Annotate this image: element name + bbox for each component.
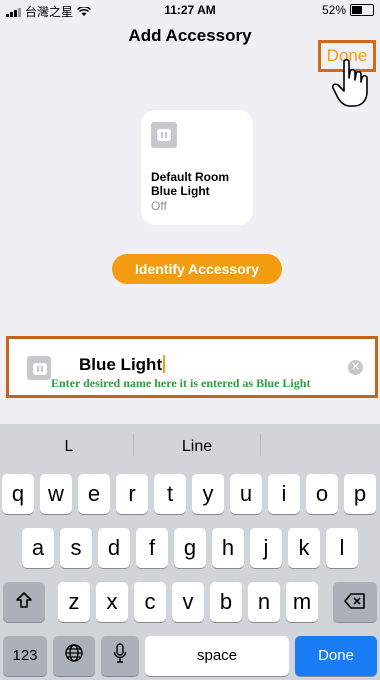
accessory-name-input[interactable]: Blue Light — [79, 355, 166, 375]
key-z[interactable]: z — [58, 582, 90, 622]
pointing-hand-icon — [332, 58, 368, 107]
numbers-key[interactable]: 123 — [3, 636, 47, 676]
key-b[interactable]: b — [210, 582, 242, 622]
key-t[interactable]: t — [154, 474, 186, 514]
key-e[interactable]: e — [78, 474, 110, 514]
key-k[interactable]: k — [288, 528, 320, 568]
key-c[interactable]: c — [134, 582, 166, 622]
key-q[interactable]: q — [2, 474, 34, 514]
clear-text-icon[interactable]: ✕ — [348, 360, 363, 375]
outlet-icon — [151, 122, 177, 148]
instruction-annotation: Enter desired name here it is entered as… — [51, 376, 311, 390]
key-d[interactable]: d — [98, 528, 130, 568]
accessory-tile[interactable]: Default Room Blue Light Off — [141, 110, 253, 225]
key-g[interactable]: g — [174, 528, 206, 568]
key-p[interactable]: p — [344, 474, 376, 514]
key-i[interactable]: i — [268, 474, 300, 514]
suggestion-2[interactable]: Line — [137, 438, 257, 456]
key-n[interactable]: n — [248, 582, 280, 622]
accessory-name-row[interactable]: Blue Light ✕ Enter desired name here it … — [6, 336, 378, 398]
key-r[interactable]: r — [116, 474, 148, 514]
microphone-icon[interactable] — [101, 636, 139, 676]
space-key[interactable]: space — [145, 636, 289, 676]
globe-icon[interactable] — [53, 636, 95, 676]
predictive-bar: L Line — [0, 424, 380, 468]
tile-room: Default Room — [151, 170, 229, 184]
status-right: 52% — [322, 3, 374, 17]
key-w[interactable]: w — [40, 474, 72, 514]
suggestion-divider — [133, 434, 134, 456]
key-v[interactable]: v — [172, 582, 204, 622]
key-m[interactable]: m — [286, 582, 318, 622]
key-a[interactable]: a — [22, 528, 54, 568]
key-j[interactable]: j — [250, 528, 282, 568]
battery-icon — [350, 4, 374, 16]
battery-fill — [352, 6, 363, 14]
backspace-key[interactable] — [333, 582, 377, 622]
key-x[interactable]: x — [96, 582, 128, 622]
shift-key[interactable] — [3, 582, 45, 622]
suggestion-1[interactable]: L — [14, 438, 124, 456]
keyboard: L Line q w e r t y u i o p a s d f g h j k l z x c v b n m 123 spac… — [0, 424, 380, 680]
status-bar: 台灣之星 11:27 AM 52% — [0, 0, 380, 20]
keyboard-done-key[interactable]: Done — [295, 636, 377, 676]
battery-percent: 52% — [321, 3, 346, 17]
key-o[interactable]: o — [306, 474, 338, 514]
identify-accessory-button[interactable]: Identify Accessory — [112, 254, 282, 284]
key-l[interactable]: l — [326, 528, 358, 568]
tile-name: Blue Light — [151, 184, 210, 198]
key-h[interactable]: h — [212, 528, 244, 568]
suggestion-divider — [260, 434, 261, 456]
key-y[interactable]: y — [192, 474, 224, 514]
text-caret — [163, 355, 166, 373]
key-u[interactable]: u — [230, 474, 262, 514]
outlet-icon — [27, 356, 51, 380]
tile-state: Off — [151, 199, 167, 213]
key-s[interactable]: s — [60, 528, 92, 568]
key-f[interactable]: f — [136, 528, 168, 568]
